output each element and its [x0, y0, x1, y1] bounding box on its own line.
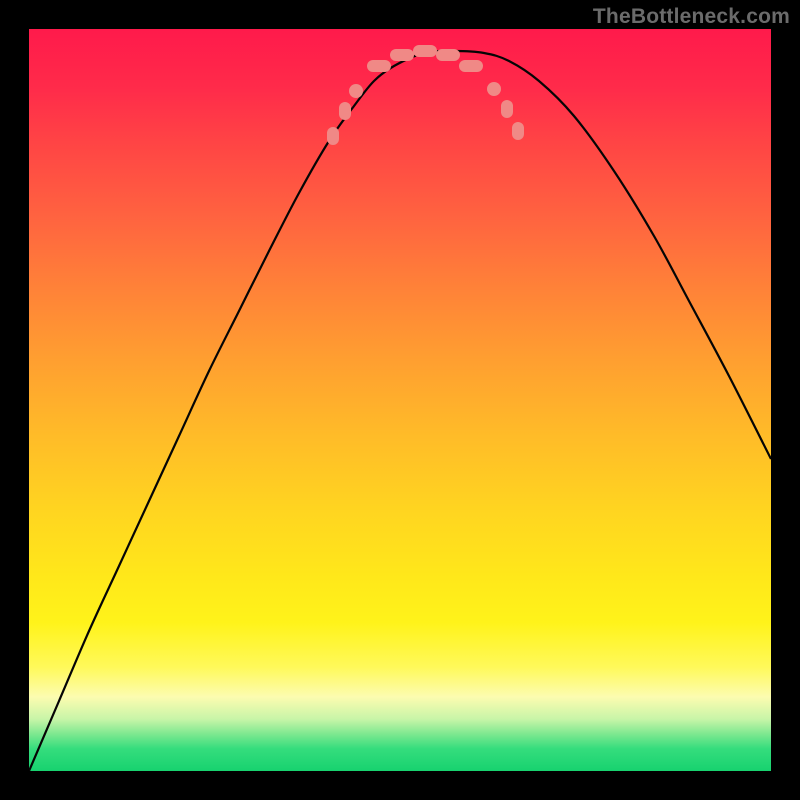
highlight-marker — [512, 122, 524, 140]
watermark-text: TheBottleneck.com — [593, 5, 790, 29]
highlight-marker — [501, 100, 513, 118]
highlight-marker — [436, 49, 460, 61]
highlight-marker — [413, 45, 437, 57]
highlight-marker — [327, 127, 339, 145]
highlight-marker — [339, 102, 351, 120]
bottleneck-curve — [29, 51, 771, 771]
highlight-marker — [367, 60, 391, 72]
highlight-marker — [487, 82, 501, 96]
highlight-marker — [459, 60, 483, 72]
highlight-marker — [349, 84, 363, 98]
marker-group — [327, 45, 524, 145]
chart-svg — [29, 29, 771, 771]
chart-plot-area — [29, 29, 771, 771]
highlight-marker — [390, 49, 414, 61]
